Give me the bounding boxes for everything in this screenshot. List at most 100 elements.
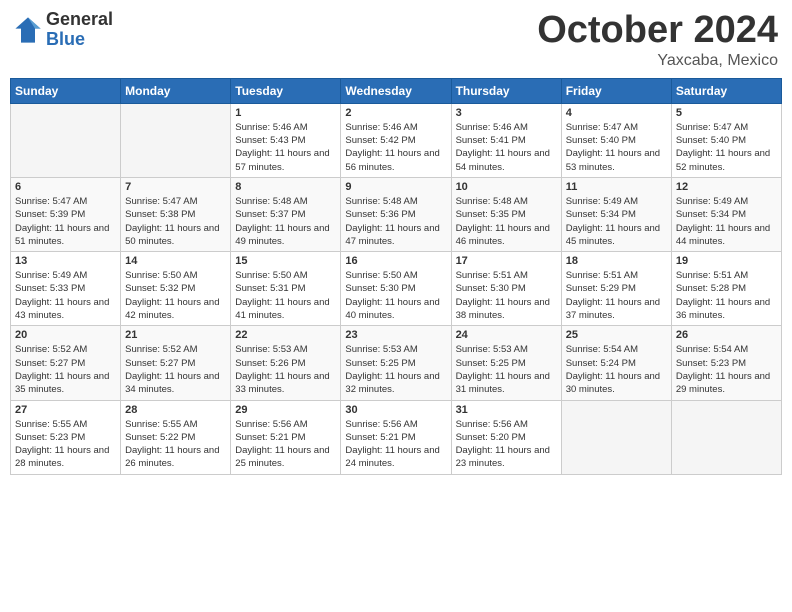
day-cell: 29Sunrise: 5:56 AM Sunset: 5:21 PM Dayli…: [231, 400, 341, 474]
day-info: Sunrise: 5:50 AM Sunset: 5:31 PM Dayligh…: [235, 269, 336, 322]
day-number: 25: [566, 329, 667, 341]
week-row-5: 27 Sunrise: 5:55 AM Sunset: 5:23 PM Dayli…: [11, 400, 782, 474]
day-info: Sunrise: 5:48 AM Sunset: 5:36 PM Dayligh…: [345, 195, 446, 248]
day-info: Sunrise: 5:47 AM Sunset: 5:38 PM Dayligh…: [125, 195, 226, 248]
day-info: Sunrise: 5:48 AM Sunset: 5:37 PM Dayligh…: [235, 195, 336, 248]
day-number: 22: [235, 329, 336, 341]
logo-icon: [14, 16, 42, 44]
day-info: Sunrise: 5:51 AM Sunset: 5:29 PM Dayligh…: [566, 269, 667, 322]
logo-blue-text: Blue: [46, 30, 113, 50]
day-cell: 17Sunrise: 5:51 AM Sunset: 5:30 PM Dayli…: [451, 252, 561, 326]
day-info: Sunrise: 5:52 AM Sunset: 5:27 PM Dayligh…: [15, 343, 116, 396]
day-info: Sunrise: 5:46 AM Sunset: 5:42 PM Dayligh…: [345, 121, 446, 174]
day-cell: 11 Sunrise: 5:49 AM Sunset: 5:34 PM Dayli…: [561, 177, 671, 251]
day-cell: 5 Sunrise: 5:47 AM Sunset: 5:40 PM Daylig…: [671, 103, 781, 177]
day-cell: [121, 103, 231, 177]
day-cell: 15 Sunrise: 5:50 AM Sunset: 5:31 PM Dayli…: [231, 252, 341, 326]
weekday-header-row: SundayMondayTuesdayWednesdayThursdayFrid…: [11, 78, 782, 103]
day-info: Sunrise: 5:56 AM Sunset: 5:21 PM Dayligh…: [235, 418, 336, 471]
day-info: Sunrise: 5:53 AM Sunset: 5:26 PM Dayligh…: [235, 343, 336, 396]
day-number: 31: [456, 404, 557, 416]
day-info: Sunrise: 5:46 AM Sunset: 5:41 PM Dayligh…: [456, 121, 557, 174]
day-info: Sunrise: 5:51 AM Sunset: 5:30 PM Dayligh…: [456, 269, 557, 322]
calendar: SundayMondayTuesdayWednesdayThursdayFrid…: [10, 78, 782, 475]
day-cell: [671, 400, 781, 474]
logo: General Blue: [14, 10, 113, 50]
day-number: 7: [125, 181, 226, 193]
day-cell: [561, 400, 671, 474]
day-cell: 3 Sunrise: 5:46 AM Sunset: 5:41 PM Daylig…: [451, 103, 561, 177]
day-cell: 7 Sunrise: 5:47 AM Sunset: 5:38 PM Daylig…: [121, 177, 231, 251]
day-number: 16: [345, 255, 446, 267]
day-cell: 1Sunrise: 5:46 AM Sunset: 5:43 PM Daylig…: [231, 103, 341, 177]
day-cell: [11, 103, 121, 177]
day-cell: 19 Sunrise: 5:51 AM Sunset: 5:28 PM Dayli…: [671, 252, 781, 326]
day-number: 13: [15, 255, 116, 267]
week-row-2: 6Sunrise: 5:47 AM Sunset: 5:39 PM Daylig…: [11, 177, 782, 251]
weekday-header-tuesday: Tuesday: [231, 78, 341, 103]
header: General Blue October 2024 Yaxcaba, Mexic…: [10, 10, 782, 70]
day-number: 3: [456, 107, 557, 119]
day-info: Sunrise: 5:54 AM Sunset: 5:24 PM Dayligh…: [566, 343, 667, 396]
day-cell: 8Sunrise: 5:48 AM Sunset: 5:37 PM Daylig…: [231, 177, 341, 251]
day-info: Sunrise: 5:50 AM Sunset: 5:30 PM Dayligh…: [345, 269, 446, 322]
day-number: 23: [345, 329, 446, 341]
day-cell: 30 Sunrise: 5:56 AM Sunset: 5:21 PM Dayli…: [341, 400, 451, 474]
weekday-header-sunday: Sunday: [11, 78, 121, 103]
week-row-3: 13Sunrise: 5:49 AM Sunset: 5:33 PM Dayli…: [11, 252, 782, 326]
day-number: 30: [345, 404, 446, 416]
day-cell: 6Sunrise: 5:47 AM Sunset: 5:39 PM Daylig…: [11, 177, 121, 251]
day-cell: 9 Sunrise: 5:48 AM Sunset: 5:36 PM Daylig…: [341, 177, 451, 251]
day-info: Sunrise: 5:47 AM Sunset: 5:40 PM Dayligh…: [566, 121, 667, 174]
day-info: Sunrise: 5:56 AM Sunset: 5:21 PM Dayligh…: [345, 418, 446, 471]
day-info: Sunrise: 5:55 AM Sunset: 5:23 PM Dayligh…: [15, 418, 116, 471]
day-number: 14: [125, 255, 226, 267]
month-title: October 2024: [537, 10, 778, 52]
day-cell: 10Sunrise: 5:48 AM Sunset: 5:35 PM Dayli…: [451, 177, 561, 251]
logo-general-text: General: [46, 10, 113, 30]
day-number: 28: [125, 404, 226, 416]
weekday-header-wednesday: Wednesday: [341, 78, 451, 103]
title-area: October 2024 Yaxcaba, Mexico: [537, 10, 778, 70]
day-number: 26: [676, 329, 777, 341]
day-cell: 18 Sunrise: 5:51 AM Sunset: 5:29 PM Dayli…: [561, 252, 671, 326]
weekday-header-friday: Friday: [561, 78, 671, 103]
day-number: 21: [125, 329, 226, 341]
day-cell: 23 Sunrise: 5:53 AM Sunset: 5:25 PM Dayli…: [341, 326, 451, 400]
day-cell: 25 Sunrise: 5:54 AM Sunset: 5:24 PM Dayli…: [561, 326, 671, 400]
weekday-header-thursday: Thursday: [451, 78, 561, 103]
day-info: Sunrise: 5:53 AM Sunset: 5:25 PM Dayligh…: [345, 343, 446, 396]
day-number: 9: [345, 181, 446, 193]
day-info: Sunrise: 5:49 AM Sunset: 5:34 PM Dayligh…: [566, 195, 667, 248]
day-number: 5: [676, 107, 777, 119]
day-cell: 27 Sunrise: 5:55 AM Sunset: 5:23 PM Dayli…: [11, 400, 121, 474]
location: Yaxcaba, Mexico: [537, 52, 778, 70]
day-number: 12: [676, 181, 777, 193]
day-cell: 4 Sunrise: 5:47 AM Sunset: 5:40 PM Daylig…: [561, 103, 671, 177]
day-cell: 21 Sunrise: 5:52 AM Sunset: 5:27 PM Dayli…: [121, 326, 231, 400]
day-info: Sunrise: 5:52 AM Sunset: 5:27 PM Dayligh…: [125, 343, 226, 396]
day-cell: 16 Sunrise: 5:50 AM Sunset: 5:30 PM Dayli…: [341, 252, 451, 326]
day-info: Sunrise: 5:51 AM Sunset: 5:28 PM Dayligh…: [676, 269, 777, 322]
day-cell: 26 Sunrise: 5:54 AM Sunset: 5:23 PM Dayli…: [671, 326, 781, 400]
day-number: 19: [676, 255, 777, 267]
week-row-4: 20Sunrise: 5:52 AM Sunset: 5:27 PM Dayli…: [11, 326, 782, 400]
day-info: Sunrise: 5:48 AM Sunset: 5:35 PM Dayligh…: [456, 195, 557, 248]
day-info: Sunrise: 5:47 AM Sunset: 5:40 PM Dayligh…: [676, 121, 777, 174]
day-info: Sunrise: 5:54 AM Sunset: 5:23 PM Dayligh…: [676, 343, 777, 396]
day-info: Sunrise: 5:50 AM Sunset: 5:32 PM Dayligh…: [125, 269, 226, 322]
day-number: 4: [566, 107, 667, 119]
day-number: 18: [566, 255, 667, 267]
day-number: 6: [15, 181, 116, 193]
day-info: Sunrise: 5:55 AM Sunset: 5:22 PM Dayligh…: [125, 418, 226, 471]
day-cell: 2Sunrise: 5:46 AM Sunset: 5:42 PM Daylig…: [341, 103, 451, 177]
day-number: 15: [235, 255, 336, 267]
day-cell: 22 Sunrise: 5:53 AM Sunset: 5:26 PM Dayli…: [231, 326, 341, 400]
day-info: Sunrise: 5:49 AM Sunset: 5:34 PM Dayligh…: [676, 195, 777, 248]
day-info: Sunrise: 5:46 AM Sunset: 5:43 PM Dayligh…: [235, 121, 336, 174]
day-cell: 24Sunrise: 5:53 AM Sunset: 5:25 PM Dayli…: [451, 326, 561, 400]
week-row-1: 1Sunrise: 5:46 AM Sunset: 5:43 PM Daylig…: [11, 103, 782, 177]
day-number: 11: [566, 181, 667, 193]
day-cell: 14 Sunrise: 5:50 AM Sunset: 5:32 PM Dayli…: [121, 252, 231, 326]
day-number: 27: [15, 404, 116, 416]
